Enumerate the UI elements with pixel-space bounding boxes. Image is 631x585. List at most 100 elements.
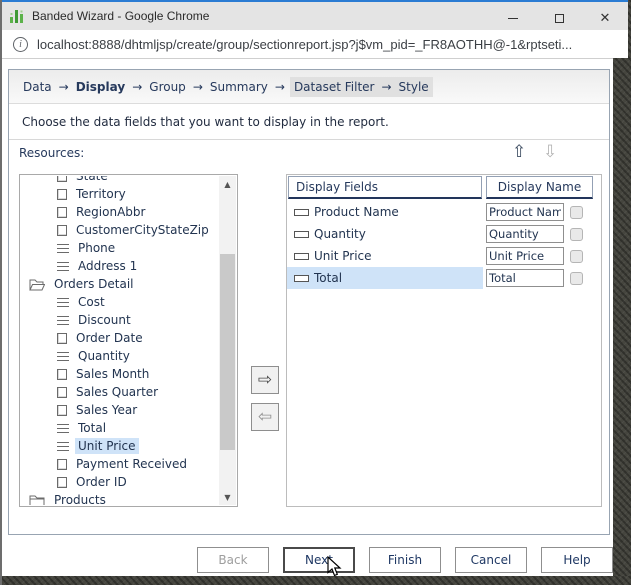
step-arrow: → — [192, 79, 203, 94]
wizard-step-data[interactable]: Data — [21, 78, 54, 96]
scrollbar-thumb[interactable] — [220, 254, 235, 450]
row-checkbox[interactable] — [570, 205, 583, 219]
scrollbar-down-icon[interactable]: ▼ — [219, 489, 236, 505]
tree-item-label: Order Date — [76, 331, 143, 345]
wizard-step-dataset-filter[interactable]: Dataset Filter — [292, 78, 377, 96]
display-name-input[interactable] — [486, 269, 564, 287]
wizard-button-row: Back Next Finish Cancel Help — [197, 547, 613, 573]
row-checkbox[interactable] — [570, 271, 583, 285]
tree-item-sales-month[interactable]: Sales Month — [21, 365, 219, 383]
tree-item-territory[interactable]: Territory — [21, 185, 219, 203]
tree-item-label: Order ID — [76, 475, 127, 489]
tree-item-unit-price[interactable]: Unit Price — [21, 437, 219, 455]
tree-item-orders-detail[interactable]: Orders Detail — [21, 275, 219, 293]
formula-field-icon — [57, 351, 69, 361]
tree-item-total[interactable]: Total — [21, 419, 219, 437]
table-row-quantity[interactable]: Quantity — [287, 223, 601, 245]
info-icon[interactable] — [13, 36, 28, 52]
display-fields-header: Display Fields — [288, 176, 482, 199]
tree-item-label: Quantity — [78, 349, 130, 363]
tree-item-label: Address 1 — [78, 259, 138, 273]
help-button[interactable]: Help — [541, 547, 613, 573]
field-label: Product Name — [314, 205, 399, 219]
tree-item-customercitystatezip[interactable]: CustomerCityStateZip — [21, 221, 219, 239]
display-name-header: Display Name — [486, 176, 593, 199]
pending-steps-group: Dataset Filter → Style — [289, 76, 433, 97]
add-field-button[interactable]: ⇨ — [251, 366, 279, 394]
tree-item-sales-year[interactable]: Sales Year — [21, 401, 219, 419]
column-icon — [57, 176, 67, 182]
table-row-unit-price[interactable]: Unit Price — [287, 245, 601, 267]
formula-field-icon — [57, 441, 69, 451]
back-button[interactable]: Back — [197, 547, 269, 573]
column-icon — [57, 224, 67, 236]
move-up-button[interactable]: ⇧ — [512, 144, 526, 161]
tree-item-label: Discount — [78, 313, 131, 327]
wizard-step-group[interactable]: Group — [147, 78, 188, 96]
column-icon — [57, 404, 67, 416]
tree-item-discount[interactable]: Discount — [21, 311, 219, 329]
step-arrow: → — [381, 79, 392, 94]
cancel-button[interactable]: Cancel — [455, 547, 527, 573]
tree-item-cost[interactable]: Cost — [21, 293, 219, 311]
formula-field-icon — [57, 261, 69, 271]
tree-item-regionabbr[interactable]: RegionAbbr — [21, 203, 219, 221]
table-row-product-name[interactable]: Product Name — [287, 201, 601, 223]
tree-item-sales-quarter[interactable]: Sales Quarter — [21, 383, 219, 401]
field-icon — [294, 252, 309, 260]
tree-item-label: Total — [78, 421, 107, 435]
wizard-step-summary[interactable]: Summary — [208, 78, 270, 96]
window-title: Banded Wizard - Google Chrome — [32, 9, 210, 23]
step-arrow: → — [274, 79, 285, 94]
next-button[interactable]: Next — [283, 547, 355, 573]
tree-item-quantity[interactable]: Quantity — [21, 347, 219, 365]
tree-item-order-id[interactable]: Order ID — [21, 473, 219, 491]
display-name-input[interactable] — [486, 203, 564, 221]
tree-item-label: Payment Received — [76, 457, 187, 471]
table-row-total[interactable]: Total — [287, 267, 601, 289]
finish-button[interactable]: Finish — [369, 547, 441, 573]
formula-field-icon — [57, 423, 69, 433]
resources-tree: State Territory RegionAbbr CustomerCityS… — [19, 174, 238, 507]
tree-item-state[interactable]: State — [21, 176, 219, 185]
field-label: Quantity — [314, 227, 366, 241]
right-arrow-icon: ⇨ — [257, 370, 273, 390]
wizard-step-display[interactable]: Display — [74, 78, 127, 96]
tree-item-products[interactable]: Products — [21, 491, 219, 505]
wizard-instruction: Choose the data fields that you want to … — [9, 104, 609, 140]
row-checkbox[interactable] — [570, 249, 583, 263]
mouse-cursor — [327, 556, 342, 577]
tree-item-payment-received[interactable]: Payment Received — [21, 455, 219, 473]
maximize-button[interactable] — [536, 4, 582, 32]
url-text[interactable]: localhost:8888/dhtmljsp/create/group/sec… — [37, 37, 572, 52]
resources-label: Resources: — [19, 146, 85, 160]
tree-item-label: Sales Quarter — [76, 385, 159, 399]
app-logo-icon — [10, 10, 23, 23]
tree-item-phone[interactable]: Phone — [21, 239, 219, 257]
instruction-text: Choose the data fields that you want to … — [22, 114, 389, 129]
display-name-input[interactable] — [486, 225, 564, 243]
tree-item-label: Sales Year — [76, 403, 138, 417]
formula-field-icon — [57, 243, 69, 253]
display-name-input[interactable] — [486, 247, 564, 265]
address-bar[interactable]: localhost:8888/dhtmljsp/create/group/sec… — [0, 30, 631, 59]
field-label: Total — [314, 271, 343, 285]
column-icon — [57, 206, 67, 218]
scrollbar-up-icon[interactable]: ▲ — [219, 176, 236, 192]
field-icon — [294, 230, 309, 238]
close-button[interactable]: ✕ — [582, 4, 628, 32]
minimize-button[interactable] — [490, 4, 536, 32]
formula-field-icon — [57, 297, 69, 307]
tree-item-address-1[interactable]: Address 1 — [21, 257, 219, 275]
tree-item-order-date[interactable]: Order Date — [21, 329, 219, 347]
row-checkbox[interactable] — [570, 227, 583, 241]
move-down-button[interactable]: ⇩ — [543, 144, 557, 161]
field-icon — [294, 208, 309, 216]
remove-field-button[interactable]: ⇦ — [251, 403, 279, 431]
wizard-step-style[interactable]: Style — [397, 78, 431, 96]
tree-item-label: RegionAbbr — [76, 205, 146, 219]
step-arrow: → — [132, 79, 143, 94]
tree-scrollbar[interactable]: ▲ ▼ — [219, 176, 236, 505]
window-left-border — [0, 0, 2, 585]
minimize-icon — [508, 17, 518, 19]
